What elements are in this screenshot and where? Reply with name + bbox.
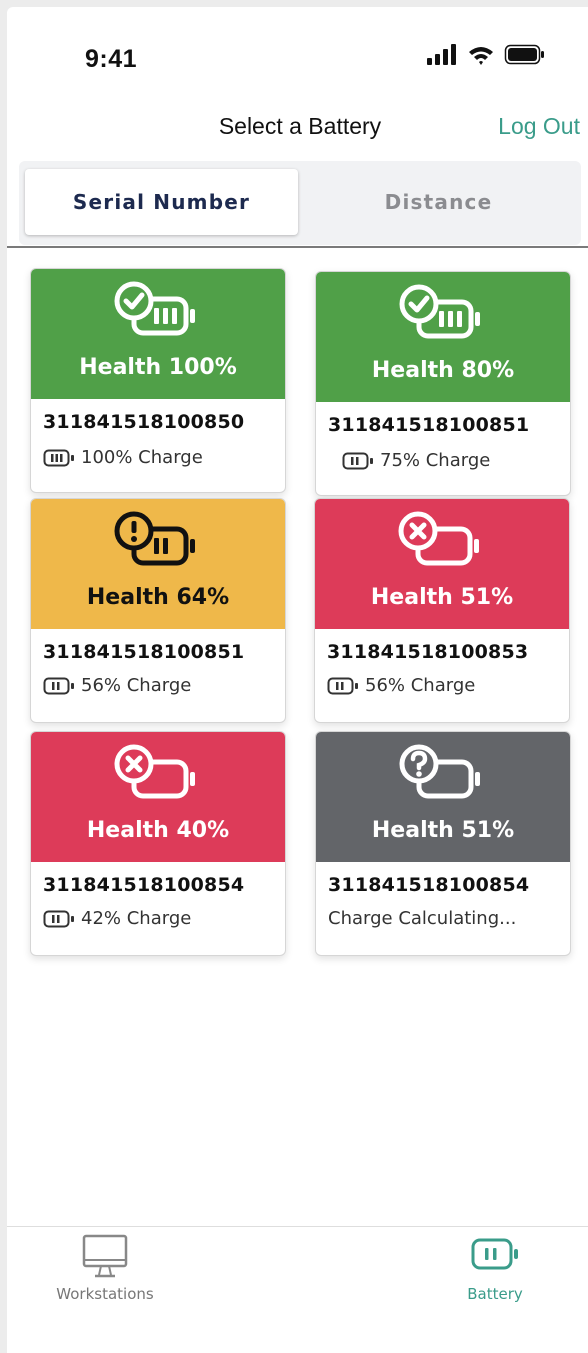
phone-screen: 9:41 Select a Battery Log Out Serial Num… bbox=[7, 7, 588, 1353]
tab-workstations-label: Workstations bbox=[56, 1285, 154, 1303]
charge-label: 42% Charge bbox=[81, 908, 192, 929]
serial-number: 311841518100851 bbox=[43, 641, 245, 663]
segment-distance[interactable]: Distance bbox=[302, 169, 575, 235]
card-health-banner: Health 40% bbox=[31, 732, 285, 862]
battery-card[interactable]: Health 51% 311841518100854 Charge Calcul… bbox=[315, 731, 571, 956]
battery-warning-icon bbox=[114, 511, 195, 566]
mini-battery-icon bbox=[327, 677, 358, 694]
battery-card[interactable]: Health 51% 311841518100853 56% Charge bbox=[314, 498, 570, 723]
battery-check-icon bbox=[399, 284, 480, 339]
tab-workstations[interactable]: Workstations bbox=[25, 1233, 185, 1303]
status-time: 9:41 bbox=[85, 45, 138, 73]
health-label: Health 51% bbox=[370, 585, 514, 610]
serial-number: 311841518100854 bbox=[328, 874, 530, 896]
signal-icon bbox=[427, 44, 456, 65]
tab-battery[interactable]: Battery bbox=[415, 1233, 575, 1303]
battery-card[interactable]: Health 40% 311841518100854 42% Charge bbox=[30, 731, 286, 956]
serial-number: 311841518100853 bbox=[327, 641, 529, 663]
serial-number: 311841518100854 bbox=[43, 874, 245, 896]
card-health-banner: Health 80% bbox=[316, 272, 570, 402]
mini-battery-icon bbox=[43, 677, 74, 694]
tabbar-divider bbox=[7, 1226, 588, 1227]
status-icons bbox=[427, 44, 544, 65]
mini-battery-icon bbox=[342, 452, 373, 469]
card-health-banner: Health 51% bbox=[315, 499, 569, 629]
health-label: Health 40% bbox=[86, 818, 230, 843]
charge-label: Charge Calculating... bbox=[328, 908, 517, 929]
health-label: Health 100% bbox=[79, 355, 237, 380]
battery-status-icon bbox=[504, 44, 544, 65]
battery-unknown-icon bbox=[399, 744, 480, 799]
mini-battery-icon bbox=[43, 449, 74, 466]
charge-label: 75% Charge bbox=[380, 450, 491, 471]
battery-tab-icon bbox=[471, 1238, 518, 1270]
battery-card[interactable]: Health 64% 311841518100851 56% Charge bbox=[30, 498, 286, 723]
header-divider bbox=[7, 246, 588, 248]
battery-check-icon bbox=[114, 281, 195, 336]
tab-battery-label: Battery bbox=[467, 1285, 523, 1303]
health-label: Health 64% bbox=[86, 585, 230, 610]
logout-button[interactable]: Log Out bbox=[498, 113, 580, 140]
charge-label: 100% Charge bbox=[81, 447, 203, 468]
serial-number: 311841518100850 bbox=[43, 411, 245, 433]
charge-label: 56% Charge bbox=[81, 675, 192, 696]
segment-serial-number[interactable]: Serial Number bbox=[25, 169, 298, 235]
wifi-icon bbox=[469, 47, 493, 65]
card-health-banner: Health 51% bbox=[316, 732, 570, 862]
mini-battery-icon bbox=[43, 910, 74, 927]
health-label: Health 80% bbox=[371, 358, 515, 383]
battery-error-icon bbox=[114, 744, 195, 799]
charge-label: 56% Charge bbox=[365, 675, 476, 696]
card-health-banner: Health 64% bbox=[31, 499, 285, 629]
health-label: Health 51% bbox=[371, 818, 515, 843]
battery-card[interactable]: Health 100% 311841518100850 100% Charge bbox=[30, 268, 286, 493]
battery-card[interactable]: Health 80% 311841518100851 75% Charge bbox=[315, 271, 571, 496]
battery-error-icon bbox=[398, 511, 479, 566]
serial-number: 311841518100851 bbox=[328, 414, 530, 436]
card-health-banner: Health 100% bbox=[31, 269, 285, 399]
monitor-icon bbox=[82, 1234, 128, 1278]
sort-segmented-control: Serial Number Distance bbox=[19, 161, 581, 245]
